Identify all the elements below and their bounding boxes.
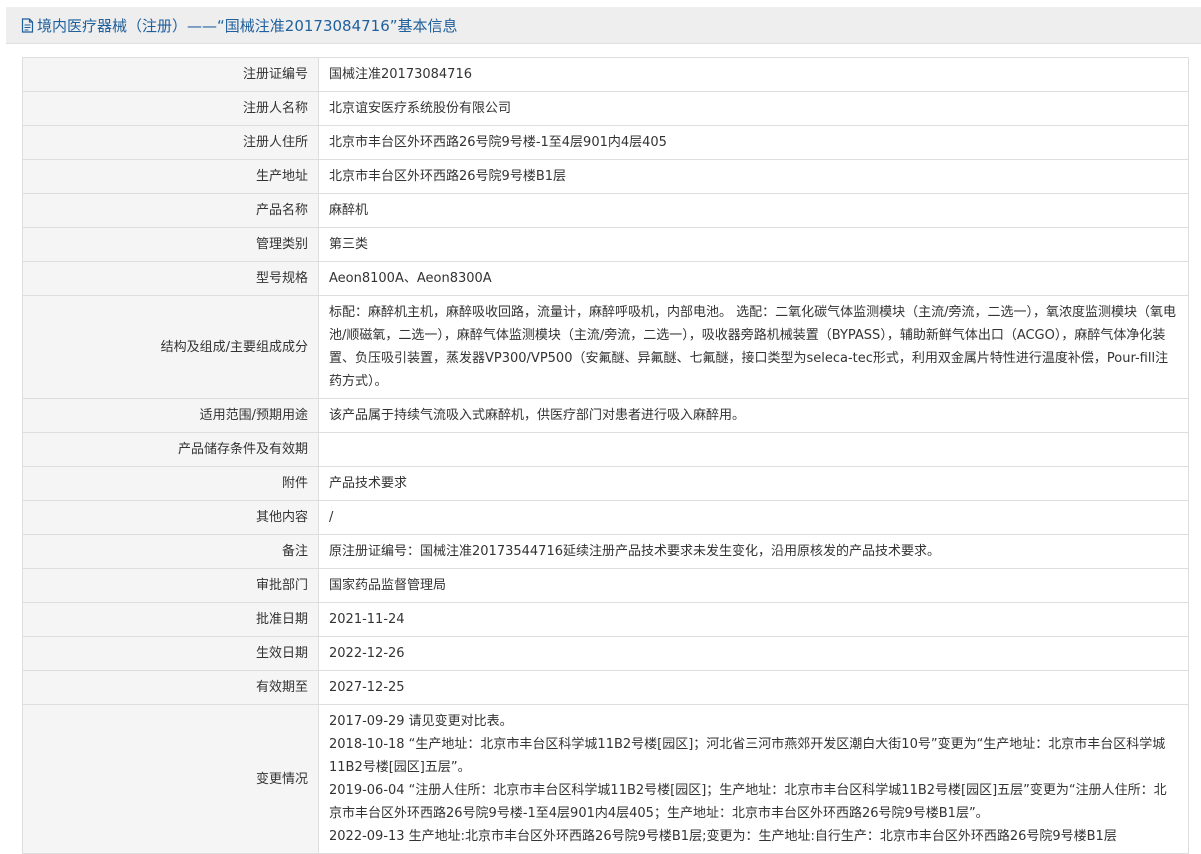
row-value: 2022-12-26 — [318, 636, 1189, 671]
row-value: 原注册证编号：国械注准20173544716延续注册产品技术要求未发生变化，沿用… — [318, 534, 1189, 569]
row-value: 麻醉机 — [318, 193, 1189, 228]
table-row: 管理类别 第三类 — [22, 227, 1189, 262]
row-label: 生产地址 — [22, 159, 319, 194]
table-row: 生效日期 2022-12-26 — [22, 636, 1189, 671]
row-label: 适用范围/预期用途 — [22, 398, 319, 433]
row-label: 审批部门 — [22, 568, 319, 603]
page-title: 境内医疗器械（注册）——“国械注准20173084716”基本信息 — [37, 16, 458, 35]
table-row: 审批部门 国家药品监督管理局 — [22, 568, 1189, 603]
table-row: 结构及组成/主要组成成分 标配：麻醉机主机，麻醉吸收回路，流量计，麻醉呼吸机，内… — [22, 295, 1189, 399]
change-entry: 2018-10-18 “生产地址：北京市丰台区科学城11B2号楼[园区]；河北省… — [329, 737, 1166, 775]
row-value: 国家药品监督管理局 — [318, 568, 1189, 603]
table-row: 有效期至 2027-12-25 — [22, 670, 1189, 705]
row-value: Aeon8100A、Aeon8300A — [318, 261, 1189, 296]
row-label: 注册证编号 — [22, 57, 319, 92]
row-label: 生效日期 — [22, 636, 319, 671]
table-row: 注册人住所 北京市丰台区外环西路26号院9号楼-1至4层901内4层405 — [22, 125, 1189, 160]
row-value: 第三类 — [318, 227, 1189, 262]
table-row: 其他内容 / — [22, 500, 1189, 535]
row-value: 2027-12-25 — [318, 670, 1189, 705]
row-value: 国械注准20173084716 — [318, 57, 1189, 92]
table-row: 型号规格 Aeon8100A、Aeon8300A — [22, 261, 1189, 296]
change-entry: 2022-09-13 生产地址:北京市丰台区外环西路26号院9号楼B1层;变更为… — [329, 829, 1117, 844]
row-label: 注册人名称 — [22, 91, 319, 126]
detail-panel: 注册证编号 国械注准20173084716 注册人名称 北京谊安医疗系统股份有限… — [22, 57, 1189, 854]
row-label: 注册人住所 — [22, 125, 319, 160]
row-label: 变更情况 — [22, 704, 319, 854]
row-label: 结构及组成/主要组成成分 — [22, 295, 319, 399]
table-row: 产品储存条件及有效期 — [22, 432, 1189, 467]
table-row: 注册证编号 国械注准20173084716 — [22, 57, 1189, 92]
table-row: 生产地址 北京市丰台区外环西路26号院9号楼B1层 — [22, 159, 1189, 194]
row-label: 有效期至 — [22, 670, 319, 705]
row-label: 附件 — [22, 466, 319, 501]
table-row: 适用范围/预期用途 该产品属于持续气流吸入式麻醉机，供医疗部门对患者进行吸入麻醉… — [22, 398, 1189, 433]
page-header: 境内医疗器械（注册）——“国械注准20173084716”基本信息 — [6, 7, 1201, 44]
document-icon — [21, 17, 34, 33]
row-value: 产品技术要求 — [318, 466, 1189, 501]
row-label: 批准日期 — [22, 602, 319, 637]
row-label: 产品名称 — [22, 193, 319, 228]
change-entry: 2019-06-04 “注册人住所：北京市丰台区科学城11B2号楼[园区]；生产… — [329, 783, 1167, 821]
change-entry: 2017-09-29 请见变更对比表。 — [329, 714, 513, 729]
row-value — [318, 432, 1189, 467]
table-row: 批准日期 2021-11-24 — [22, 602, 1189, 637]
table-row: 备注 原注册证编号：国械注准20173544716延续注册产品技术要求未发生变化… — [22, 534, 1189, 569]
row-label: 备注 — [22, 534, 319, 569]
row-value: 北京市丰台区外环西路26号院9号楼-1至4层901内4层405 — [318, 125, 1189, 160]
change-history: 2017-09-29 请见变更对比表。 2018-10-18 “生产地址：北京市… — [318, 704, 1189, 854]
table-row: 注册人名称 北京谊安医疗系统股份有限公司 — [22, 91, 1189, 126]
table-row-changes: 变更情况 2017-09-29 请见变更对比表。 2018-10-18 “生产地… — [22, 704, 1189, 854]
row-value: 北京谊安医疗系统股份有限公司 — [318, 91, 1189, 126]
detail-table: 注册证编号 国械注准20173084716 注册人名称 北京谊安医疗系统股份有限… — [22, 57, 1189, 854]
table-row: 产品名称 麻醉机 — [22, 193, 1189, 228]
row-value: 北京市丰台区外环西路26号院9号楼B1层 — [318, 159, 1189, 194]
row-value: 标配：麻醉机主机，麻醉吸收回路，流量计，麻醉呼吸机，内部电池。 选配：二氧化碳气… — [318, 295, 1189, 399]
row-label: 型号规格 — [22, 261, 319, 296]
row-label: 产品储存条件及有效期 — [22, 432, 319, 467]
row-value: 该产品属于持续气流吸入式麻醉机，供医疗部门对患者进行吸入麻醉用。 — [318, 398, 1189, 433]
row-label: 管理类别 — [22, 227, 319, 262]
row-value: / — [318, 500, 1189, 535]
table-row: 附件 产品技术要求 — [22, 466, 1189, 501]
row-label: 其他内容 — [22, 500, 319, 535]
row-value: 2021-11-24 — [318, 602, 1189, 637]
